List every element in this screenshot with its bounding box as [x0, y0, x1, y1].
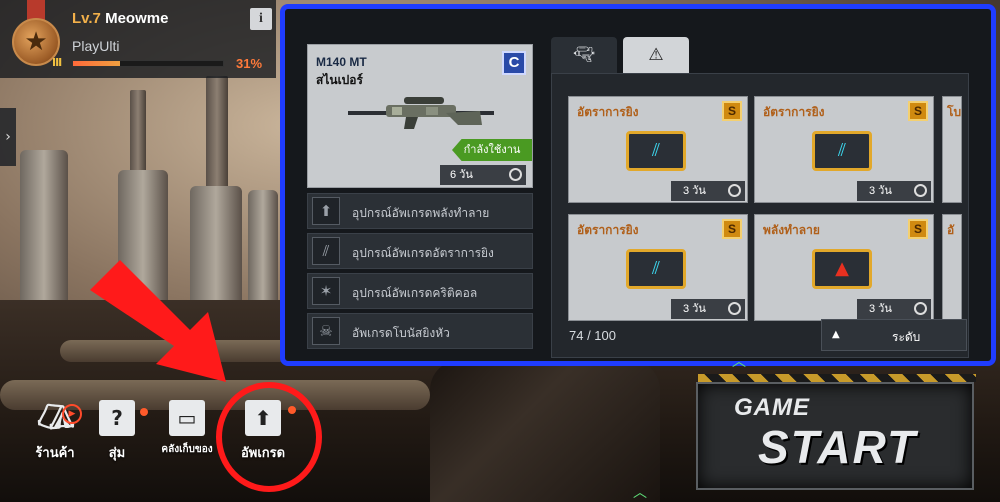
- tab-weapon[interactable]: 🔫︎: [551, 37, 617, 73]
- side-expand-tab[interactable]: ›: [0, 108, 16, 166]
- firerate-chip-icon: ⫽: [626, 131, 686, 171]
- hazard-stripe: [698, 374, 976, 382]
- random-label: สุ่ม: [108, 446, 126, 461]
- star-burst-icon: ✶: [312, 277, 340, 305]
- part-item-title: อัตราการยิง: [577, 223, 639, 237]
- part-label: อุปกรณ์อัพเกรดพลังทำลาย: [352, 206, 490, 220]
- part-item[interactable]: อัตราการยิง S ⫽ 3 วัน: [568, 96, 748, 203]
- game-start-line1: GAME: [734, 394, 810, 421]
- info-button[interactable]: i: [250, 8, 272, 30]
- pistol-icon: 🔫︎: [573, 45, 595, 65]
- part-item-title: อัตราการยิง: [577, 105, 639, 119]
- storage-box-icon: ▭: [169, 400, 205, 436]
- player-level-name: Lv.7 Meowme: [72, 10, 168, 27]
- part-item-time-text: 3 วัน: [869, 185, 892, 197]
- grade-s-badge: S: [722, 219, 742, 239]
- part-item[interactable]: อัตราการยิง S ⫽ 3 วัน: [568, 214, 748, 321]
- annotation-circle: [216, 382, 322, 492]
- chevron-up-icon[interactable]: ︿: [628, 482, 652, 501]
- tank: [20, 150, 68, 300]
- weapon-class: สไนเปอร์: [316, 73, 363, 87]
- parts-grid: อัตราการยิง S ⫽ 3 วัน อัตราการยิง S ⫽ 3 …: [551, 73, 969, 358]
- part-item-time-text: 3 วัน: [683, 303, 706, 315]
- character-weapon: [430, 360, 660, 502]
- chevron-up-icon[interactable]: ︿: [723, 355, 755, 369]
- part-item-time-text: 3 วัน: [683, 185, 706, 197]
- part-item-time: 3 วัน: [671, 299, 745, 319]
- slash-marks-icon: ⫽: [312, 237, 340, 265]
- xp-progress-fill: [73, 61, 120, 66]
- tab-parts[interactable]: ⚠: [623, 37, 689, 73]
- player-name: Meowme: [105, 10, 169, 27]
- weapon-duration-text: 6 วัน: [450, 169, 473, 181]
- player-profile[interactable]: ★ III Lv.7 Meowme PlayUlti 31% i: [0, 0, 276, 78]
- part-item-title: อัตราการยิง: [763, 105, 825, 119]
- part-item-title: โบ: [947, 105, 962, 119]
- upgrade-arrow-icon: ⬆: [312, 197, 340, 225]
- damage-chip-icon: ▲: [812, 249, 872, 289]
- part-slot-firerate[interactable]: ⫽ อุปกรณ์อัพเกรดอัตราการยิง: [307, 233, 533, 269]
- part-slot-critical[interactable]: ✶ อุปกรณ์อัพเกรดคริติคอล: [307, 273, 533, 309]
- clock-icon: [728, 302, 741, 315]
- sort-button[interactable]: ▲ ระดับ: [821, 319, 967, 351]
- part-item-time: 3 วัน: [671, 181, 745, 201]
- part-item-title: พลังทำลาย: [763, 223, 820, 237]
- play-icon: ▶: [62, 404, 82, 424]
- tank: [248, 190, 278, 306]
- notification-dot: [140, 408, 148, 416]
- part-slot-damage[interactable]: ⬆ อุปกรณ์อัพเกรดพลังทำลาย: [307, 193, 533, 229]
- medal-ribbon: [27, 0, 45, 20]
- part-item-time: 3 วัน: [857, 299, 931, 319]
- grade-s-badge: S: [908, 219, 928, 239]
- part-label: อัพเกรดโบนัสยิงหัว: [352, 326, 450, 340]
- clock-icon: [914, 302, 927, 315]
- game-start-button[interactable]: GAME START: [696, 374, 976, 490]
- equipped-tag: กำลังใช้งาน: [452, 139, 532, 161]
- xp-progress-bar: [72, 60, 224, 67]
- grade-s-badge: S: [722, 101, 742, 121]
- weapon-duration: 6 วัน: [440, 165, 526, 185]
- clock-icon: [728, 184, 741, 197]
- firerate-chip-icon: ⫽: [812, 131, 872, 171]
- shop-label: ร้านค้า: [35, 446, 75, 461]
- game-start-line2: START: [758, 421, 918, 473]
- xp-percent: 31%: [236, 56, 263, 71]
- part-item-partial[interactable]: โบ: [942, 96, 962, 203]
- part-item-partial[interactable]: อั: [942, 214, 962, 321]
- skull-target-icon: ☠: [312, 317, 340, 345]
- weapon-card[interactable]: M140 MT สไนเปอร์ C กำลังใช้งาน 6 วัน: [307, 44, 533, 188]
- question-box-icon: ?: [99, 400, 135, 436]
- annotation-arrow: [90, 260, 226, 382]
- inventory-count: 74 / 100: [569, 328, 616, 343]
- sort-arrow-icon: ▲: [832, 329, 840, 340]
- storage-label: คลังเก็บของ: [161, 444, 213, 455]
- part-item-time-text: 3 วัน: [869, 303, 892, 315]
- part-item-title: อั: [947, 223, 955, 237]
- part-label: อุปกรณ์อัพเกรดคริติคอล: [352, 286, 478, 300]
- player-level: Lv.7: [72, 10, 101, 27]
- sniper-rifle-icon: [348, 97, 494, 129]
- part-item[interactable]: อัตราการยิง S ⫽ 3 วัน: [754, 96, 934, 203]
- firerate-chip-icon: ⫽: [626, 249, 686, 289]
- grade-s-badge: S: [908, 101, 928, 121]
- part-slot-headshot[interactable]: ☠ อัพเกรดโบนัสยิงหัว: [307, 313, 533, 349]
- message-alert-icon: ⚠: [648, 45, 664, 65]
- weapon-name: M140 MT: [316, 55, 367, 69]
- player-subtitle: PlayUlti: [72, 38, 120, 54]
- part-label: อุปกรณ์อัพเกรดอัตราการยิง: [352, 246, 494, 260]
- upgrade-panel: M140 MT สไนเปอร์ C กำลังใช้งาน 6 วัน ⬆ อ…: [280, 4, 996, 369]
- sort-label: ระดับ: [892, 330, 921, 344]
- storage-button[interactable]: ▭ คลังเก็บของ: [152, 400, 222, 480]
- weapon-grade-badge: C: [502, 51, 526, 75]
- rank-bars-icon: III: [52, 56, 62, 69]
- part-item[interactable]: พลังทำลาย S ▲ 3 วัน: [754, 214, 934, 321]
- part-item-time: 3 วัน: [857, 181, 931, 201]
- clock-icon: [509, 168, 522, 181]
- clock-icon: [914, 184, 927, 197]
